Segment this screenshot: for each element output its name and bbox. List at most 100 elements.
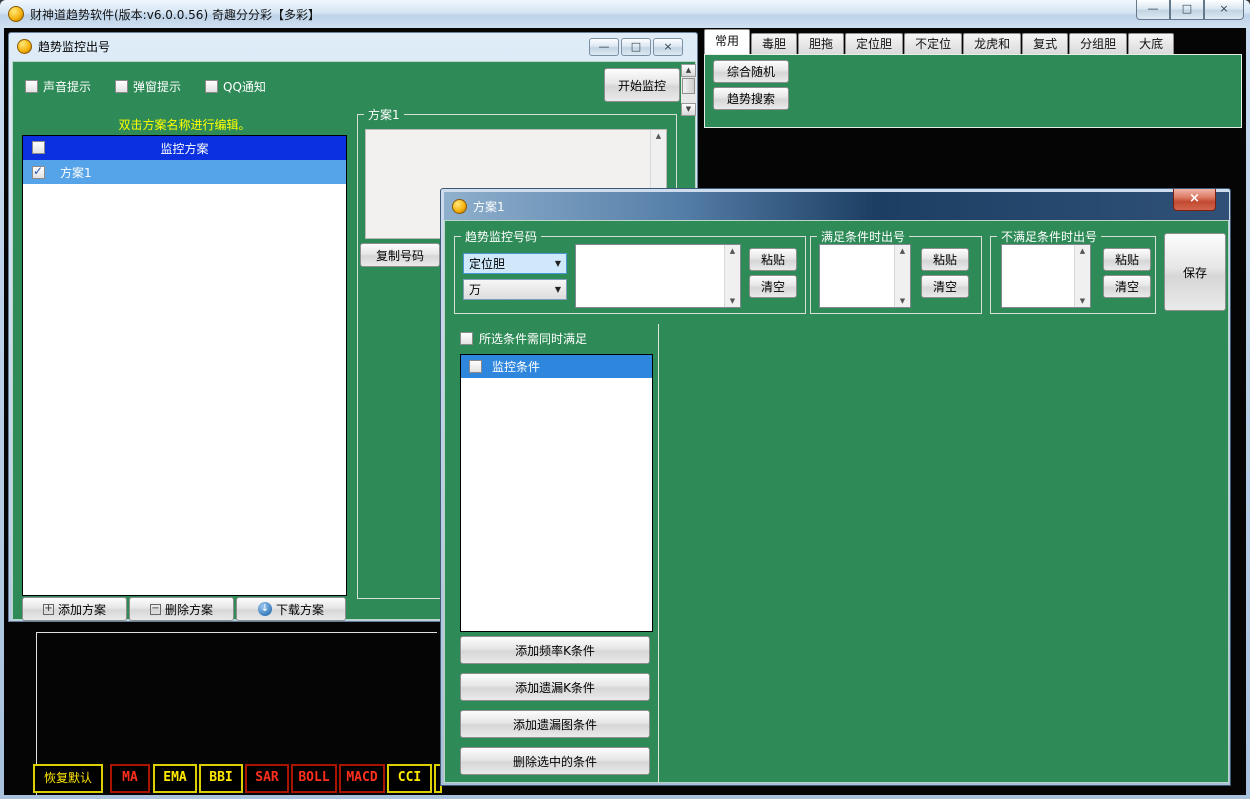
add-frequency-k-condition-button[interactable]: 添加频率K条件 (460, 636, 650, 664)
indicator-macd[interactable]: MACD (339, 764, 385, 793)
scroll-up-icon[interactable]: ▲ (1080, 247, 1085, 255)
tab-budingwei[interactable]: 不定位 (904, 33, 962, 54)
plan-row-checkbox[interactable]: ✓ (32, 166, 45, 179)
scroll-up-icon[interactable]: ▲ (681, 64, 696, 77)
nomatch-output-textarea[interactable]: ▲ ▼ (1001, 244, 1091, 308)
sound-alert-option[interactable]: 声音提示 (25, 78, 91, 95)
tab-longhuhe[interactable]: 龙虎和 (963, 33, 1021, 54)
match-output-textarea[interactable]: ▲ ▼ (819, 244, 911, 308)
indicator-sar[interactable]: SAR (245, 764, 289, 793)
check-icon: ✓ (33, 164, 43, 178)
plus-icon: + (43, 604, 54, 615)
clear-button[interactable]: 清空 (1103, 275, 1151, 298)
indicator-restore-default[interactable]: 恢复默认 (33, 764, 103, 793)
minimize-icon[interactable]: — (1136, 0, 1170, 20)
tab-dadi[interactable]: 大底 (1128, 33, 1174, 54)
save-button[interactable]: 保存 (1164, 233, 1226, 311)
tab-dudan[interactable]: 毒胆 (751, 33, 797, 54)
scroll-down-icon[interactable]: ▼ (730, 297, 735, 305)
right-panel: 常用 毒胆 胆拖 定位胆 不定位 龙虎和 复式 分组胆 大底 综合随机 趋势搜索 (704, 30, 1244, 130)
tab-dingwei[interactable]: 定位胆 (845, 33, 903, 54)
position-dropdown[interactable]: 万 ▼ (463, 279, 567, 300)
edit-hint-text: 双击方案名称进行编辑。 (22, 116, 347, 133)
trend-number-group: 趋势监控号码 定位胆 ▼ 万 ▼ ▲ ▼ 粘贴 清空 (454, 236, 806, 314)
qq-notify-label: QQ通知 (223, 78, 266, 95)
add-plan-label: 添加方案 (58, 601, 106, 618)
paste-button[interactable]: 粘贴 (749, 248, 797, 271)
tab-changyong[interactable]: 常用 (704, 29, 750, 54)
indicator-ema[interactable]: EMA (153, 764, 197, 793)
add-omission-chart-condition-button[interactable]: 添加遗漏图条件 (460, 710, 650, 738)
maximize-icon[interactable]: □ (1170, 0, 1204, 20)
paste-button[interactable]: 粘贴 (921, 248, 969, 271)
indicator-ma[interactable]: MA (110, 764, 150, 793)
main-titlebar[interactable]: 财神道趋势软件(版本:v6.0.0.56) 奇趣分分彩【多彩】 (0, 0, 1250, 28)
trend-search-button[interactable]: 趋势搜索 (713, 87, 789, 110)
plan-list-header[interactable]: 监控方案 (23, 136, 346, 160)
delete-plan-button[interactable]: − 删除方案 (129, 597, 234, 621)
delete-plan-label: 删除方案 (165, 601, 213, 618)
scroll-down-icon[interactable]: ▼ (681, 103, 696, 116)
indicator-bbi[interactable]: BBI (199, 764, 243, 793)
indicator-boll[interactable]: BOLL (291, 764, 337, 793)
tab-fushi[interactable]: 复式 (1022, 33, 1068, 54)
delete-selected-condition-button[interactable]: 删除选中的条件 (460, 747, 650, 775)
textarea-scrollbar[interactable]: ▲ ▼ (894, 245, 910, 307)
sound-alert-checkbox[interactable] (25, 80, 38, 93)
main-caption-buttons: — □ × (1136, 0, 1244, 20)
qq-notify-checkbox[interactable] (205, 80, 218, 93)
app-window: 财神道趋势软件(版本:v6.0.0.56) 奇趣分分彩【多彩】 — □ × 恢复… (0, 0, 1250, 799)
scroll-down-icon[interactable]: ▼ (900, 297, 905, 305)
dialog-titlebar[interactable]: 方案1 (444, 192, 1229, 220)
plan-list: 监控方案 ✓ 方案1 (22, 135, 347, 596)
scroll-up-icon[interactable]: ▲ (656, 132, 661, 140)
close-icon[interactable]: × (653, 38, 683, 56)
tab-dantuo[interactable]: 胆拖 (798, 33, 844, 54)
popup-alert-label: 弹窗提示 (133, 78, 181, 95)
copy-numbers-button[interactable]: 复制号码 (360, 243, 440, 267)
chart-border-top (36, 632, 437, 633)
condition-list: 监控条件 (460, 354, 653, 632)
condition-select-all-checkbox[interactable] (469, 360, 482, 373)
same-time-option[interactable]: 所选条件需同时满足 (460, 330, 587, 347)
position-value: 万 (469, 281, 481, 298)
scroll-down-icon[interactable]: ▼ (1080, 297, 1085, 305)
scrollbar-thumb[interactable] (682, 78, 695, 94)
chevron-down-icon: ▼ (555, 259, 561, 268)
clear-button[interactable]: 清空 (749, 275, 797, 298)
paste-button[interactable]: 粘贴 (1103, 248, 1151, 271)
close-icon[interactable]: × (1204, 0, 1244, 20)
monitor-scrollbar[interactable]: ▲ ▼ (681, 64, 696, 116)
monitor-options: 声音提示 弹窗提示 QQ通知 (25, 78, 266, 95)
condition-list-header[interactable]: 监控条件 (461, 355, 652, 378)
minimize-icon[interactable]: — (589, 38, 619, 56)
popup-alert-checkbox[interactable] (115, 80, 128, 93)
start-monitor-button[interactable]: 开始监控 (604, 68, 680, 102)
indicator-cci[interactable]: CCI (387, 764, 432, 793)
close-icon[interactable]: × (1173, 189, 1216, 211)
tab-fenzudan[interactable]: 分组胆 (1069, 33, 1127, 54)
dialog-client: 趋势监控号码 定位胆 ▼ 万 ▼ ▲ ▼ 粘贴 清空 (444, 220, 1229, 783)
qq-notify-option[interactable]: QQ通知 (205, 78, 266, 95)
main-window-title: 财神道趋势软件(版本:v6.0.0.56) 奇趣分分彩【多彩】 (30, 6, 320, 23)
nomatch-output-group-title: 不满足条件时出号 (997, 228, 1101, 245)
popup-alert-option[interactable]: 弹窗提示 (115, 78, 181, 95)
textarea-scrollbar[interactable]: ▲ ▼ (1074, 245, 1090, 307)
scroll-up-icon[interactable]: ▲ (900, 247, 905, 255)
app-icon (8, 6, 24, 22)
play-type-value: 定位胆 (469, 255, 505, 272)
same-time-checkbox[interactable] (460, 332, 473, 345)
scroll-up-icon[interactable]: ▲ (730, 247, 735, 255)
play-type-dropdown[interactable]: 定位胆 ▼ (463, 253, 567, 274)
add-omission-k-condition-button[interactable]: 添加遗漏K条件 (460, 673, 650, 701)
add-plan-button[interactable]: + 添加方案 (22, 597, 127, 621)
maximize-icon[interactable]: □ (621, 38, 651, 56)
plan-row[interactable]: ✓ 方案1 (23, 160, 346, 184)
textarea-scrollbar[interactable]: ▲ ▼ (724, 245, 740, 307)
download-plan-button[interactable]: ↓ 下载方案 (236, 597, 346, 621)
download-plan-label: 下载方案 (276, 601, 324, 618)
trend-numbers-textarea[interactable]: ▲ ▼ (575, 244, 741, 308)
random-combo-button[interactable]: 综合随机 (713, 60, 789, 83)
clear-button[interactable]: 清空 (921, 275, 969, 298)
chevron-down-icon: ▼ (555, 285, 561, 294)
